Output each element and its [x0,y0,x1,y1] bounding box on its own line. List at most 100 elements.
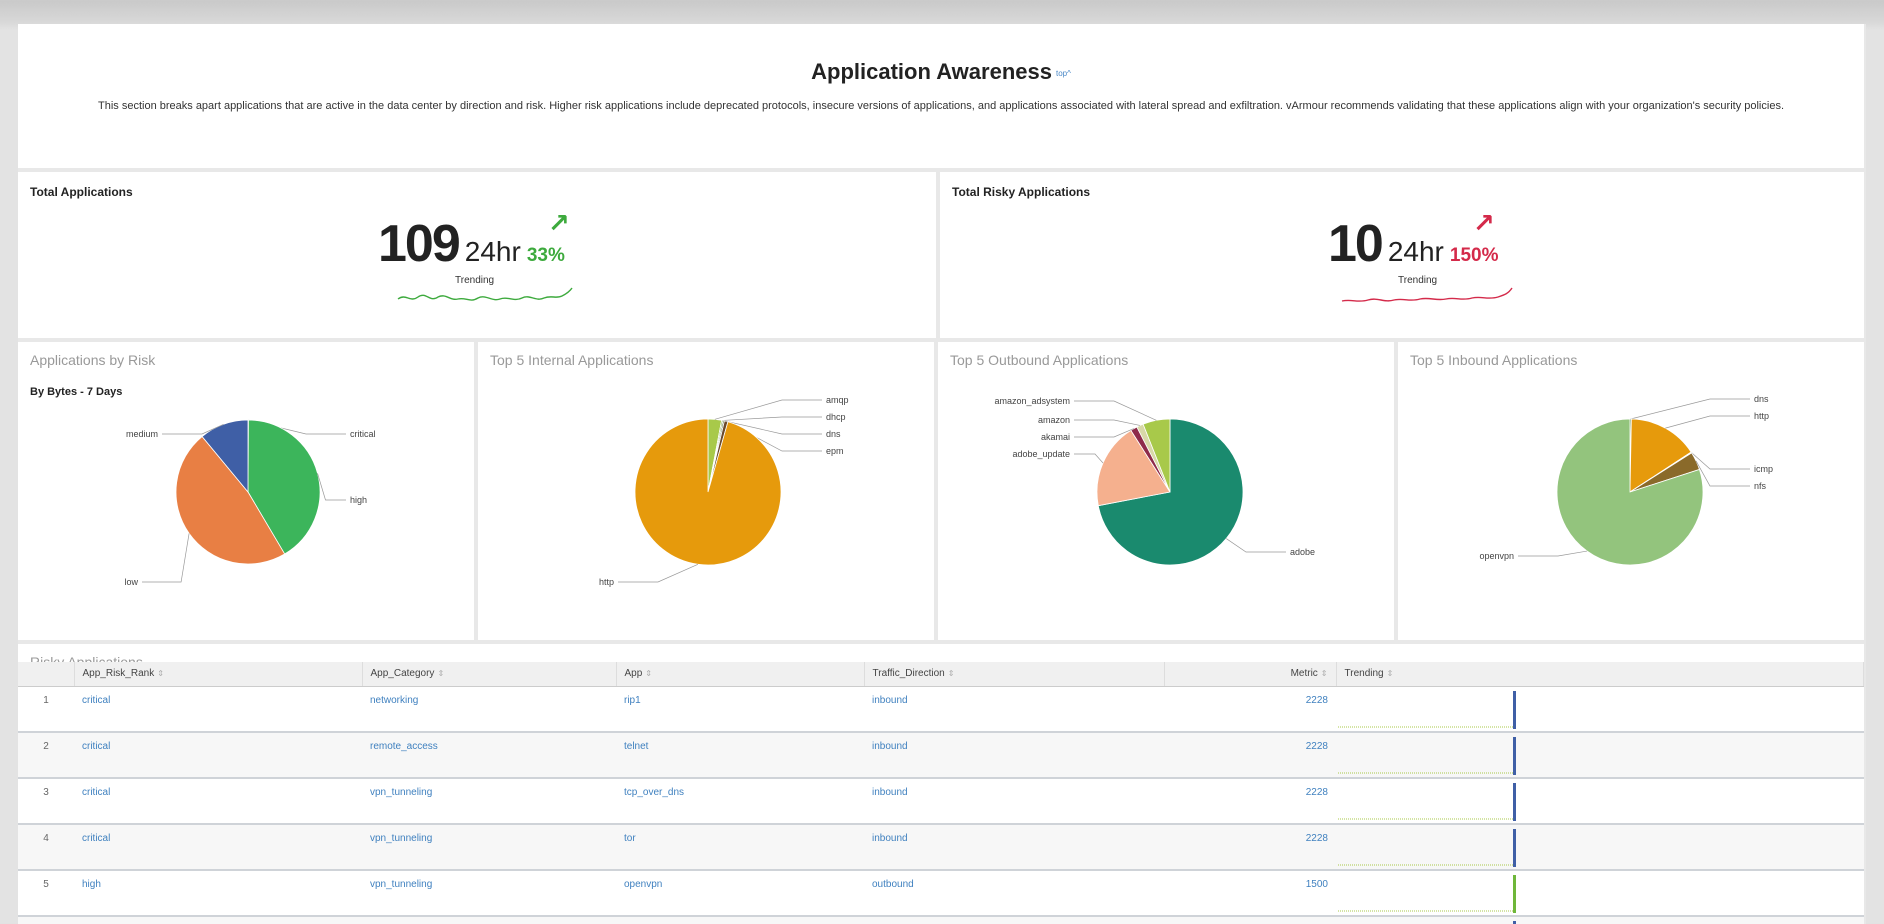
cell-traffic-direction[interactable]: outbound [864,869,1164,917]
cell-app[interactable]: openvpn [616,869,864,917]
pie-connector-low [142,533,190,583]
pie-label-amazon: amazon [1038,415,1070,425]
header-panel: Application Awareness top^ This section b… [18,24,1864,168]
cell-app-risk-rank[interactable]: high [74,869,362,917]
row-sparkline [1513,920,1516,924]
total-applications-panel: Total Applications 109 24hr 33% ↗ Trendi… [18,172,936,338]
top5-outbound-panel: Top 5 Outbound Applications adobe adobe_u… [938,342,1394,640]
pie-label-http: http [599,577,614,587]
cell-trending [1336,915,1864,924]
row-index: 5 [18,869,74,917]
table-row[interactable]: 6highfile_mgmtnfsinbound2228 [18,915,1864,924]
cell-metric[interactable]: 2228 [1164,731,1336,779]
column-header-trending[interactable]: Trending ⇕ [1336,662,1864,687]
cell-app-category[interactable]: networking [362,686,616,733]
cell-app-category[interactable]: remote_access [362,731,616,779]
row-sparkline [1338,690,1516,729]
pie-connector-adobe-update [1074,453,1104,464]
pie-label-adobe-update: adobe_update [1012,449,1070,459]
cell-metric[interactable]: 1500 [1164,869,1336,917]
risky-applications-value: 10 [1328,215,1384,273]
column-header-metric[interactable]: Metric ⇕ [1164,662,1337,687]
risky-applications-sparkline [1341,287,1513,302]
top5-internal-chart: amqp dhcp dns epm http [599,395,849,587]
cell-app-category[interactable]: file_mgmt [362,915,616,924]
cell-app-risk-rank[interactable]: critical [74,731,362,779]
pie-connector-openvpn [1518,550,1588,557]
sparkline-spike [1513,920,1516,924]
total-applications-period: 24hr [464,236,521,267]
table-row[interactable]: 3 critical vpn_tunneling tcp_over_dns inboun… [18,777,1864,825]
pie-label-critical: critical [350,429,376,439]
cell-trending [1336,823,1864,871]
pie-connector-icmp [1691,452,1750,470]
cell-traffic-direction[interactable]: inbound [864,731,1164,779]
total-applications-stat: 109 24hr 33% ↗ [378,208,570,274]
pie-connector-amazon [1074,419,1141,426]
risky-applications-stat: 10 24hr 150% ↗ [1328,208,1499,274]
column-header-traffic-direction[interactable]: Traffic_Direction ⇕ [864,662,1165,687]
cell-app-risk-rank[interactable]: critical [74,777,362,825]
page-title: Application Awareness top^ [811,59,1071,84]
cell-app-category[interactable]: vpn_tunneling [362,777,616,825]
cell-app-risk-rank[interactable]: critical [74,686,362,733]
cell-metric[interactable]: 2228 [1164,686,1336,733]
top5-internal-panel: Top 5 Internal Applications amqp dhcp dns e… [478,342,934,640]
pie-label-medium: medium [126,429,158,439]
cell-metric[interactable]: 2228 [1164,915,1336,924]
table-row[interactable]: 2 critical remote_access telnet inbound 2228 [18,731,1864,779]
cell-app-category[interactable]: vpn_tunneling [362,869,616,917]
cell-app-risk-rank[interactable]: high [74,915,362,924]
pie-label-adobe: adobe [1290,547,1315,557]
total-applications-change: 33% [526,245,565,266]
total-applications-title: Total Applications [30,185,133,199]
pie-slice-http[interactable] [634,418,782,566]
cell-metric[interactable]: 2228 [1164,823,1336,871]
cell-traffic-direction[interactable]: inbound [864,777,1164,825]
cell-app[interactable]: tcp_over_dns [616,777,864,825]
cell-trending [1336,777,1864,825]
table-row[interactable]: 4 critical vpn_tunneling tor inbound 2228 [18,823,1864,871]
table-row[interactable]: 1 critical networking rip1 inbound 2228 [18,686,1864,733]
cell-app[interactable]: rip1 [616,686,864,733]
cell-app-risk-rank[interactable]: critical [74,823,362,871]
table-header-row: App_Risk_Rank ⇕ App_Category ⇕ App ⇕ Traffi… [18,662,1864,687]
top-link[interactable]: top^ [1056,69,1071,78]
dashboard-page: Application Awareness top^ This section b… [18,24,1866,924]
sort-icon: ⇕ [1320,669,1328,679]
pie-connector-amqp [714,399,822,420]
cell-app[interactable]: nfs [616,915,864,924]
row-index: 3 [18,777,74,825]
sparkline-spike [1513,828,1516,867]
table-row[interactable]: 5 high vpn_tunneling openvpn outbound 1500 [18,869,1864,917]
row-sparkline [1338,736,1516,775]
pie-label-akamai: akamai [1041,432,1070,442]
pie-label-epm: epm [826,446,844,456]
sort-icon: ⇕ [1386,669,1394,679]
cell-app[interactable]: telnet [616,731,864,779]
sparkline-spike [1513,736,1516,775]
column-header-index [18,662,75,687]
pie-label-openvpn: openvpn [1479,551,1514,561]
cell-traffic-direction[interactable]: inbound [864,915,1164,924]
row-index: 1 [18,686,74,733]
column-header-app-risk-rank[interactable]: App_Risk_Rank ⇕ [74,662,363,687]
pie-connector-high [317,473,346,501]
column-header-app-category[interactable]: App_Category ⇕ [362,662,617,687]
pie-connector-http [1665,415,1750,429]
pie-label-dhcp: dhcp [826,412,846,422]
trend-up-arrow-icon: ↗ [548,208,570,238]
cell-metric[interactable]: 2228 [1164,777,1336,825]
cell-traffic-direction[interactable]: inbound [864,823,1164,871]
pie-connector-dhcp [722,416,822,421]
sparkline-spike [1513,874,1516,913]
column-header-app[interactable]: App ⇕ [616,662,865,687]
pie-connector-adobe [1226,538,1286,553]
cell-traffic-direction[interactable]: inbound [864,686,1164,733]
sort-icon: ⇕ [645,669,652,679]
sort-icon: ⇕ [157,669,164,679]
cell-app-category[interactable]: vpn_tunneling [362,823,616,871]
cell-trending [1336,731,1864,779]
cell-app[interactable]: tor [616,823,864,871]
risky-applications-table: App_Risk_Rank ⇕ App_Category ⇕ App ⇕ Traffi… [18,662,1864,924]
